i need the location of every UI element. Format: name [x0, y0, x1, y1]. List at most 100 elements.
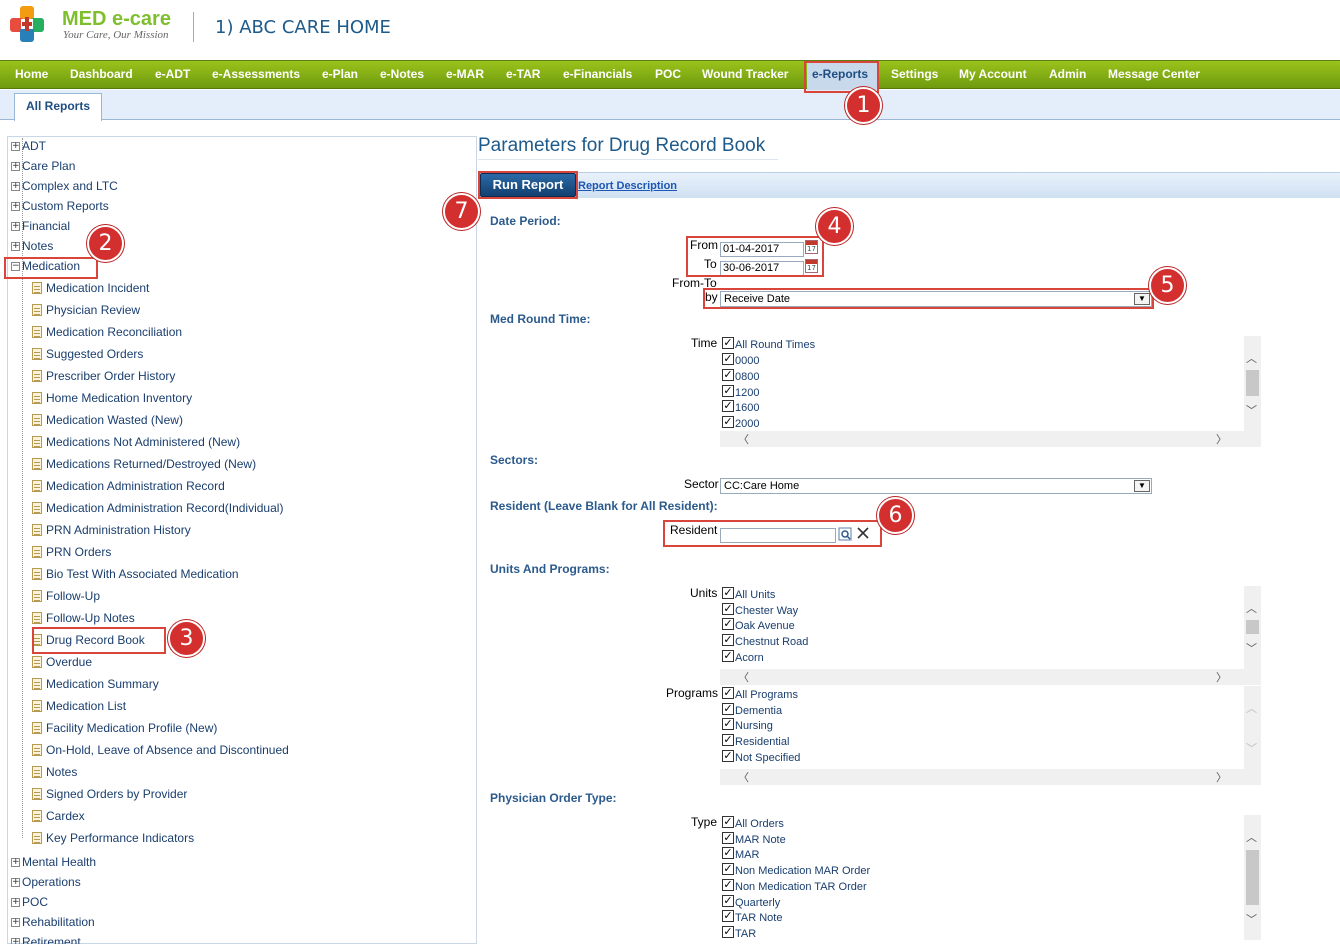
tree-leaf[interactable]: On-Hold, Leave of Absence and Discontinu… [32, 743, 289, 757]
checkbox[interactable]: ✓ [722, 687, 734, 699]
expand-icon[interactable]: + [11, 142, 20, 152]
checkbox[interactable]: ✓ [722, 718, 734, 730]
scroll-thumb[interactable] [1246, 370, 1259, 396]
checkbox[interactable]: ✓ [722, 369, 734, 381]
horizontal-scrollbar[interactable] [720, 669, 1261, 685]
scroll-down-icon[interactable]: ﹀ [1246, 640, 1257, 656]
tree-leaf[interactable]: Follow-Up [32, 589, 100, 603]
nav-dashboard[interactable]: Dashboard [70, 67, 133, 81]
checkbox[interactable]: ✓ [722, 703, 734, 715]
nav-e-tar[interactable]: e-TAR [506, 67, 540, 81]
tree-node-custom-reports[interactable]: + Custom Reports [11, 199, 109, 213]
expand-icon[interactable]: + [11, 938, 20, 944]
report-description-link[interactable]: Report Description [578, 180, 677, 192]
nav-message-center[interactable]: Message Center [1108, 67, 1200, 81]
expand-icon[interactable]: + [11, 878, 20, 888]
checkbox[interactable]: ✓ [722, 587, 734, 599]
tree-leaf[interactable]: Medication Reconciliation [32, 325, 182, 339]
scroll-right-icon[interactable]: 〉 [1216, 669, 1227, 685]
checkbox[interactable]: ✓ [722, 618, 734, 630]
expand-icon[interactable]: + [11, 162, 20, 172]
checkbox[interactable]: ✓ [722, 926, 734, 938]
scroll-thumb[interactable] [1246, 850, 1259, 905]
nav-admin[interactable]: Admin [1049, 67, 1086, 81]
tree-leaf[interactable]: Medications Returned/Destroyed (New) [32, 457, 256, 471]
checkbox[interactable]: ✓ [722, 895, 734, 907]
scroll-down-icon[interactable]: ﹀ [1246, 911, 1257, 927]
tree-leaf[interactable]: Overdue [32, 655, 92, 669]
tree-leaf[interactable]: Bio Test With Associated Medication [32, 567, 239, 581]
chevron-down-icon[interactable]: ▼ [1134, 480, 1150, 492]
checkbox[interactable]: ✓ [722, 353, 734, 365]
tree-leaf[interactable]: Key Performance Indicators [32, 831, 194, 845]
expand-icon[interactable]: + [11, 918, 20, 928]
expand-icon[interactable]: + [11, 898, 20, 908]
tree-node-mental-health[interactable]: + Mental Health [11, 855, 96, 869]
checkbox[interactable]: ✓ [722, 634, 734, 646]
tree-node-care-plan[interactable]: + Care Plan [11, 159, 75, 173]
vertical-scrollbar[interactable] [1244, 686, 1261, 769]
tree-leaf[interactable]: Cardex [32, 809, 85, 823]
tree-leaf[interactable]: PRN Administration History [32, 523, 191, 537]
nav-settings[interactable]: Settings [891, 67, 938, 81]
checkbox[interactable]: ✓ [722, 650, 734, 662]
scroll-left-icon[interactable]: 〈 [738, 669, 749, 685]
nav-e-mar[interactable]: e-MAR [446, 67, 484, 81]
tree-leaf[interactable]: Medication Incident [32, 281, 149, 295]
tree-leaf[interactable]: Medication Summary [32, 677, 159, 691]
round-times-list[interactable] [720, 336, 1261, 446]
tree-leaf[interactable]: Suggested Orders [32, 347, 143, 361]
tree-node-financial[interactable]: + Financial [11, 219, 70, 233]
tree-node-notes[interactable]: + Notes [11, 239, 53, 253]
scroll-left-icon[interactable]: 〈 [738, 431, 749, 447]
tree-node-complex-ltc[interactable]: + Complex and LTC [11, 179, 118, 193]
expand-icon[interactable]: + [11, 222, 20, 232]
nav-wound-tracker[interactable]: Wound Tracker [702, 67, 788, 81]
nav-e-financials[interactable]: e-Financials [563, 67, 632, 81]
checkbox[interactable]: ✓ [722, 879, 734, 891]
sector-select[interactable]: CC:Care Home ▼ [720, 478, 1152, 494]
tree-leaf[interactable]: PRN Orders [32, 545, 111, 559]
tree-leaf[interactable]: Signed Orders by Provider [32, 787, 187, 801]
nav-e-plan[interactable]: e-Plan [322, 67, 358, 81]
scroll-up-icon[interactable]: ︿ [1246, 350, 1257, 366]
nav-my-account[interactable]: My Account [959, 67, 1027, 81]
nav-e-notes[interactable]: e-Notes [380, 67, 424, 81]
scroll-right-icon[interactable]: 〉 [1216, 769, 1227, 785]
scroll-up-icon[interactable]: ︿ [1246, 600, 1257, 616]
tree-leaf[interactable]: Facility Medication Profile (New) [32, 721, 217, 735]
nav-e-adt[interactable]: e-ADT [155, 67, 190, 81]
scroll-left-icon[interactable]: 〈 [738, 769, 749, 785]
tab-all-reports[interactable]: All Reports [14, 93, 102, 121]
tree-node-operations[interactable]: + Operations [11, 875, 81, 889]
checkbox[interactable]: ✓ [722, 847, 734, 859]
tree-node-rehabilitation[interactable]: + Rehabilitation [11, 915, 95, 929]
tree-leaf[interactable]: Prescriber Order History [32, 369, 175, 383]
tree-leaf[interactable]: Medication List [32, 699, 126, 713]
tree-node-retirement[interactable]: + Retirement [11, 935, 81, 944]
order-type-list[interactable] [720, 815, 1261, 944]
checkbox[interactable]: ✓ [722, 400, 734, 412]
tree-leaf[interactable]: Notes [32, 765, 77, 779]
nav-e-assessments[interactable]: e-Assessments [212, 67, 300, 81]
scroll-up-icon[interactable]: ︿ [1246, 829, 1257, 845]
nav-poc[interactable]: POC [655, 67, 681, 81]
scroll-right-icon[interactable]: 〉 [1216, 431, 1227, 447]
checkbox[interactable]: ✓ [722, 910, 734, 922]
checkbox[interactable]: ✓ [722, 385, 734, 397]
tree-leaf[interactable]: Home Medication Inventory [32, 391, 192, 405]
horizontal-scrollbar[interactable] [720, 769, 1261, 785]
scroll-up-icon[interactable]: ︿ [1246, 700, 1257, 716]
expand-icon[interactable]: + [11, 242, 20, 252]
checkbox[interactable]: ✓ [722, 734, 734, 746]
expand-icon[interactable]: + [11, 182, 20, 192]
checkbox[interactable]: ✓ [722, 416, 734, 428]
scroll-down-icon[interactable]: ﹀ [1246, 740, 1257, 756]
checkbox[interactable]: ✓ [722, 750, 734, 762]
checkbox[interactable]: ✓ [722, 337, 734, 349]
scroll-thumb[interactable] [1246, 620, 1259, 634]
tree-node-adt[interactable]: + ADT [11, 139, 46, 153]
tree-leaf[interactable]: Follow-Up Notes [32, 611, 135, 625]
checkbox[interactable]: ✓ [722, 863, 734, 875]
expand-icon[interactable]: + [11, 858, 20, 868]
